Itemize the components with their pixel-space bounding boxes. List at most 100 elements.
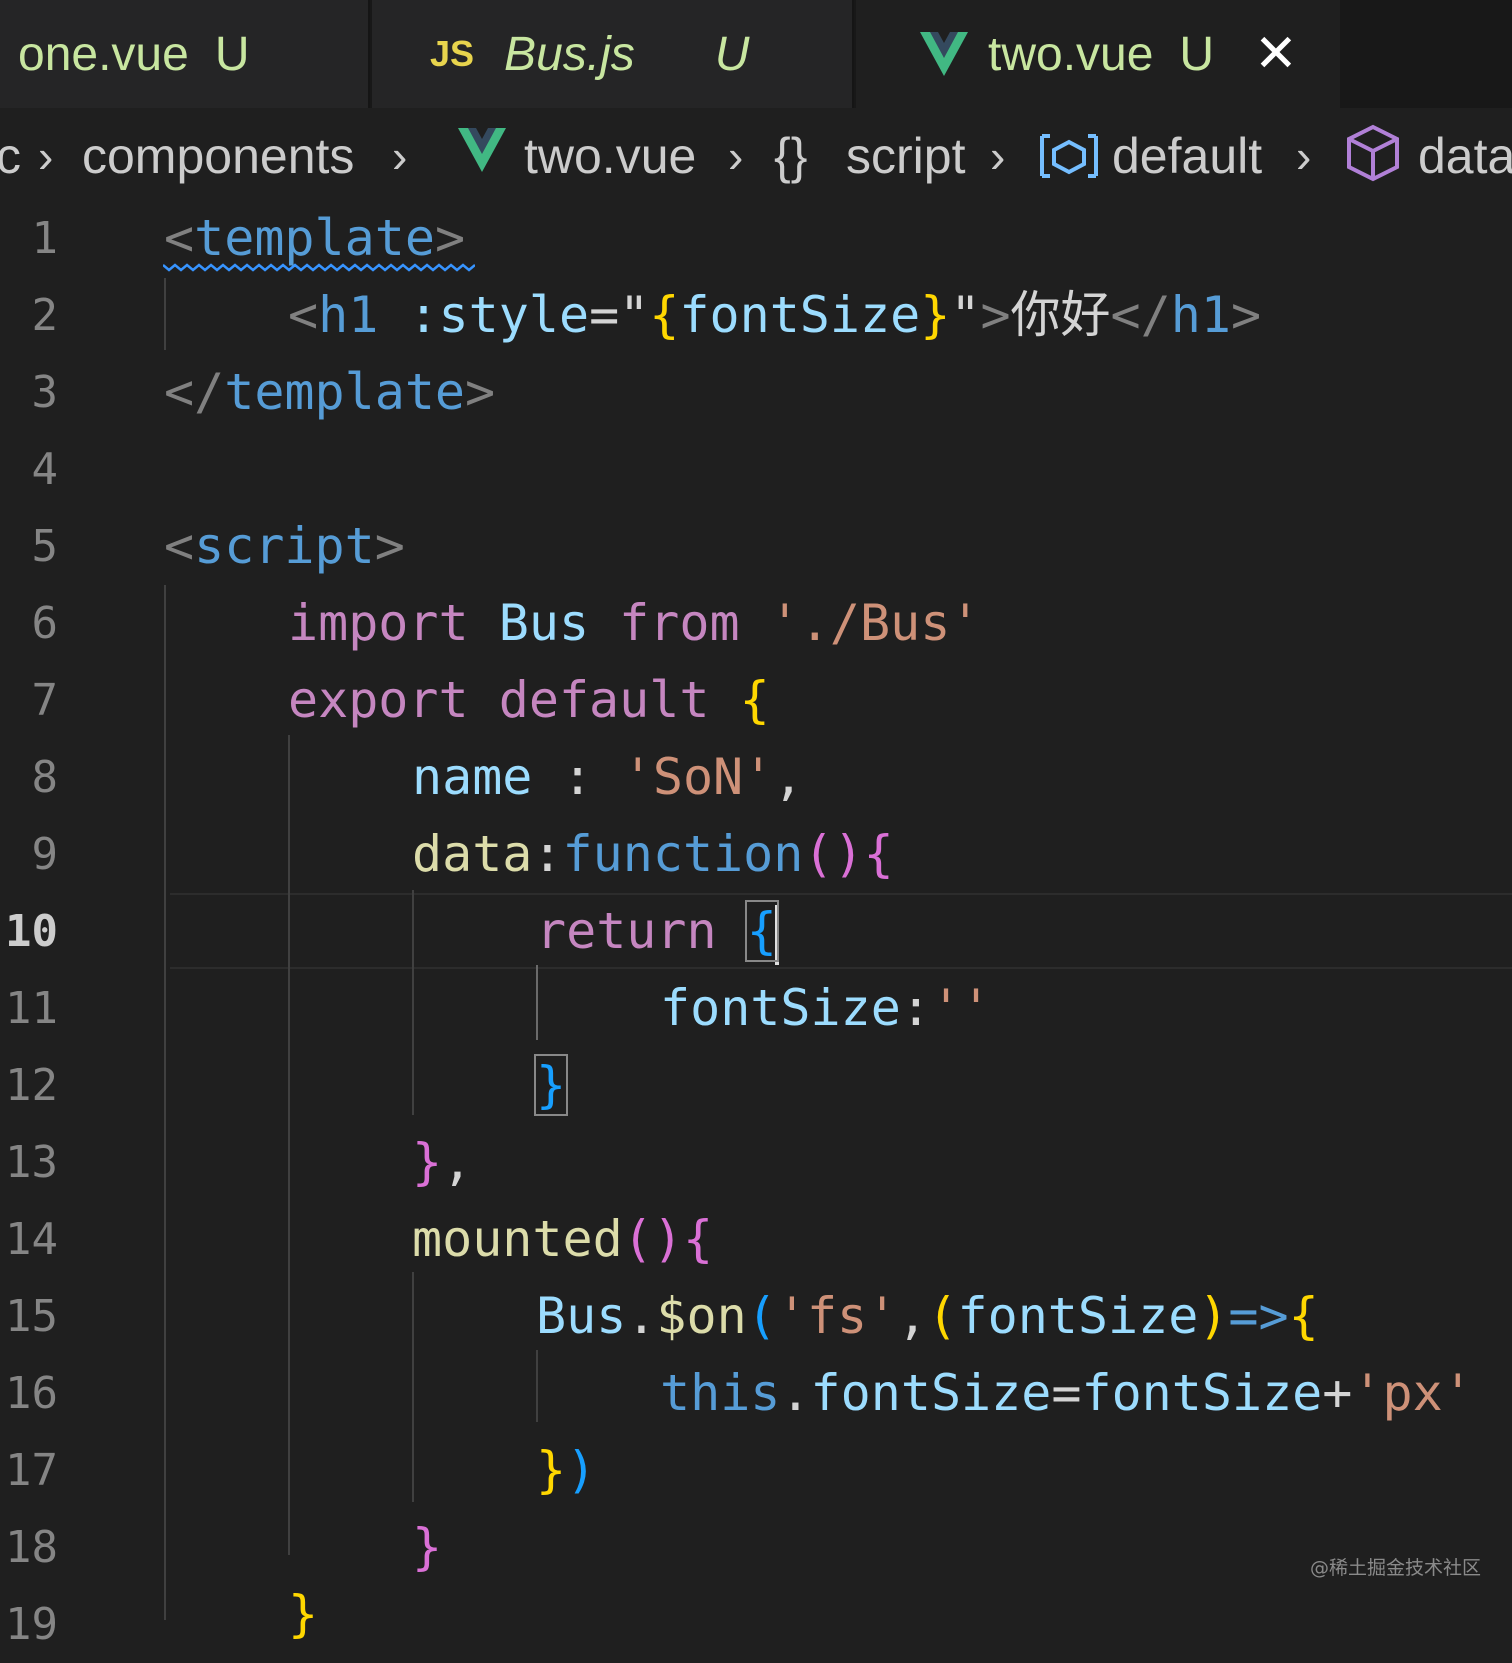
token: fontSize bbox=[1081, 1364, 1323, 1422]
breadcrumb-item[interactable]: default bbox=[1112, 126, 1262, 186]
token: 'px' bbox=[1352, 1364, 1473, 1422]
tab-bar: one.vue U JS Bus.js U two.vue U ✕ bbox=[0, 0, 1512, 108]
token: , bbox=[442, 1133, 473, 1191]
tab-label: two.vue bbox=[988, 27, 1154, 81]
breadcrumb-item[interactable]: script bbox=[846, 126, 965, 186]
token: 'fs' bbox=[776, 1287, 898, 1345]
tab-one-vue[interactable]: one.vue U bbox=[0, 0, 370, 108]
token: function bbox=[562, 825, 804, 883]
line-number: 11 bbox=[5, 983, 58, 1034]
tab-bus-js[interactable]: JS Bus.js U bbox=[372, 0, 854, 108]
code-line[interactable]: <template> bbox=[164, 200, 465, 277]
code-line[interactable]: Bus.$on('fs',(fontSize)=>{ bbox=[536, 1278, 1319, 1355]
code-line[interactable]: </template> bbox=[164, 354, 495, 431]
code-line[interactable]: <script> bbox=[164, 508, 405, 585]
tab-label: one.vue bbox=[18, 27, 189, 81]
token: , bbox=[897, 1287, 928, 1345]
line-number: 19 bbox=[5, 1599, 58, 1650]
token: from bbox=[619, 594, 740, 652]
token: { bbox=[863, 825, 894, 883]
code-line[interactable]: }) bbox=[536, 1432, 596, 1509]
line-number: 8 bbox=[31, 752, 59, 803]
chevron-right-icon: › bbox=[728, 130, 744, 182]
token: + bbox=[1322, 1364, 1353, 1422]
symbol-variable-icon bbox=[1040, 134, 1098, 178]
token: } bbox=[288, 1585, 319, 1643]
token: { bbox=[1288, 1287, 1319, 1345]
code-line[interactable]: }, bbox=[412, 1124, 472, 1201]
token: < bbox=[288, 286, 319, 344]
code-line[interactable]: } bbox=[533, 1047, 569, 1124]
braces-icon: {} bbox=[774, 128, 808, 184]
indent-guide bbox=[164, 585, 166, 1620]
breadcrumb-item[interactable]: data bbox=[1418, 126, 1512, 186]
line-number: 16 bbox=[5, 1368, 58, 1419]
chevron-right-icon: › bbox=[392, 130, 408, 182]
token: > bbox=[434, 209, 466, 267]
token: './Bus' bbox=[769, 594, 981, 652]
token: :style bbox=[408, 286, 590, 344]
line-number: 17 bbox=[5, 1445, 58, 1496]
code-line[interactable]: import Bus from './Bus' bbox=[288, 585, 980, 662]
line-number: 5 bbox=[31, 521, 59, 572]
token: } bbox=[920, 286, 951, 344]
chevron-right-icon: › bbox=[38, 130, 54, 182]
chevron-right-icon: › bbox=[990, 130, 1006, 182]
code-line[interactable]: data:function(){ bbox=[412, 816, 894, 893]
token: } bbox=[412, 1133, 443, 1191]
tab-status: U bbox=[214, 27, 250, 81]
token: script bbox=[194, 517, 375, 575]
token: </ bbox=[164, 363, 225, 421]
code-line[interactable]: export default { bbox=[288, 662, 770, 739]
code-line[interactable]: this.fontSize=fontSize+'px' bbox=[660, 1355, 1473, 1432]
code-line-current[interactable]: return { bbox=[536, 893, 779, 970]
code-line[interactable]: mounted(){ bbox=[412, 1201, 713, 1278]
token: > bbox=[1230, 286, 1262, 344]
token: < bbox=[164, 517, 195, 575]
token: () bbox=[803, 825, 864, 883]
indent-guide bbox=[164, 278, 166, 350]
line-number: 9 bbox=[31, 829, 59, 880]
token: </ bbox=[1110, 286, 1171, 344]
token: default bbox=[498, 671, 710, 729]
code-line[interactable]: <h1 :style="{fontSize}">你好</h1> bbox=[288, 277, 1261, 354]
vue-icon bbox=[920, 32, 968, 76]
token: import bbox=[288, 594, 469, 652]
breadcrumb-item[interactable]: two.vue bbox=[524, 126, 696, 186]
token: fontSize bbox=[810, 1364, 1052, 1422]
token: { bbox=[649, 286, 680, 344]
line-number: 7 bbox=[31, 675, 59, 726]
line-number: 12 bbox=[5, 1060, 58, 1111]
token: =" bbox=[589, 286, 650, 344]
token: this bbox=[660, 1364, 781, 1422]
token: '' bbox=[930, 979, 992, 1037]
line-number: 3 bbox=[31, 367, 59, 418]
line-number: 6 bbox=[31, 598, 59, 649]
token: " bbox=[950, 286, 981, 344]
token: > bbox=[465, 363, 496, 421]
line-number: 2 bbox=[31, 290, 59, 341]
breadcrumb-item[interactable]: components bbox=[82, 126, 354, 186]
code-line[interactable]: fontSize:'' bbox=[660, 970, 991, 1047]
token: => bbox=[1228, 1287, 1289, 1345]
tab-two-vue[interactable]: two.vue U ✕ bbox=[856, 0, 1340, 108]
js-icon: JS bbox=[430, 33, 475, 74]
token: ( bbox=[746, 1287, 777, 1345]
token: $on bbox=[656, 1287, 747, 1345]
matched-bracket: { bbox=[744, 900, 779, 962]
code-line[interactable]: } bbox=[288, 1576, 318, 1653]
token: > bbox=[980, 286, 1011, 344]
token: Bus bbox=[536, 1287, 627, 1345]
breadcrumb-item[interactable]: c bbox=[0, 126, 21, 186]
code-line[interactable]: } bbox=[412, 1509, 442, 1586]
token: 'SoN' bbox=[622, 748, 774, 806]
token: . bbox=[780, 1364, 811, 1422]
token: = bbox=[1051, 1364, 1082, 1422]
token: return bbox=[536, 902, 717, 960]
code-line[interactable]: name : 'SoN', bbox=[412, 739, 803, 816]
tab-status: U bbox=[1179, 27, 1215, 81]
line-number: 13 bbox=[5, 1137, 58, 1188]
token: fontSize bbox=[679, 286, 921, 344]
token: name bbox=[412, 748, 533, 806]
close-icon[interactable]: ✕ bbox=[1254, 24, 1298, 84]
